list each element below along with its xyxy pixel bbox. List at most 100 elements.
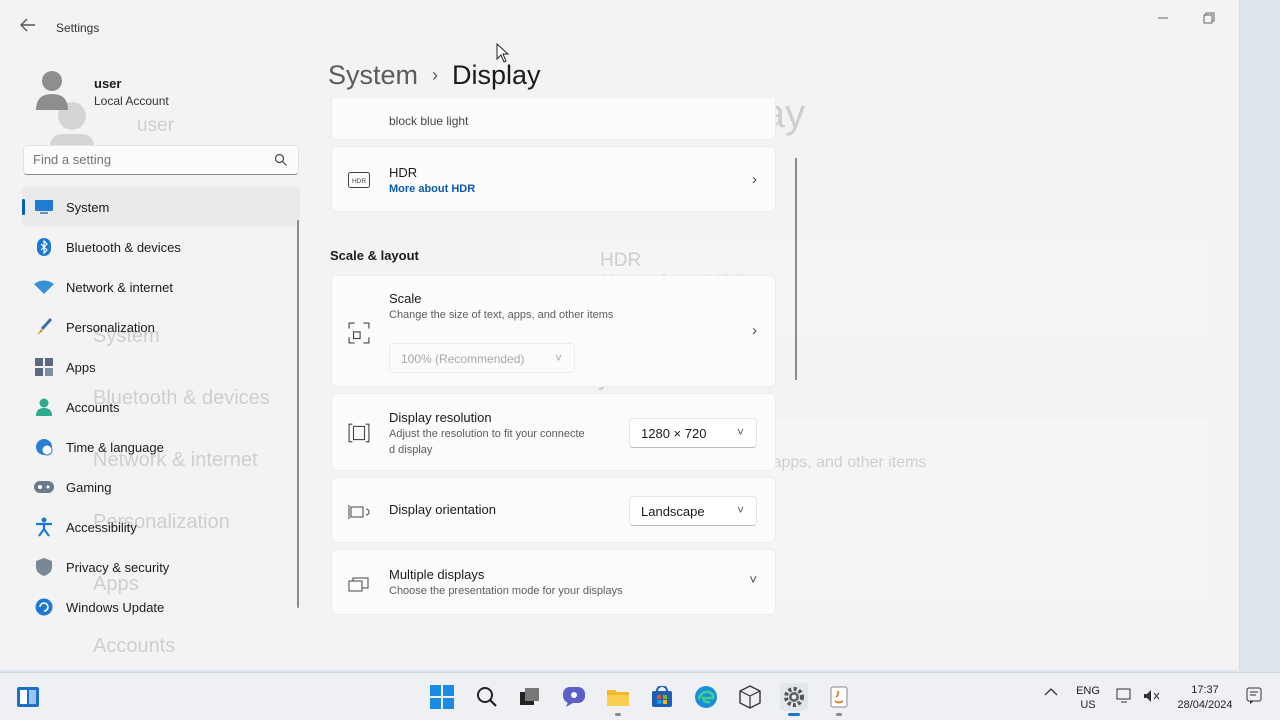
settings-window: System › Display user Local Account Syste… [0,0,1240,670]
sidebar-item-bluetooth[interactable]: Bluetooth & devices [22,227,300,267]
chevron-down-icon: ˅ [736,425,744,439]
sidebar-item-apps[interactable]: Apps [22,347,300,387]
sidebar-item-time-language[interactable]: Time & language [22,427,300,467]
sidebar-item-system[interactable]: System [22,187,300,227]
resolution-subtitle: Adjust the resolution to fit your connec… [389,428,585,440]
chevron-right-icon[interactable]: › [752,322,757,339]
sidebar-item-label: Accounts [66,399,120,415]
taskbar: ENG US 17:37 28/04/2024 [0,672,1280,720]
account-type: Local Account [94,94,169,108]
sidebar-item-label: Gaming [66,479,112,495]
sidebar-scrollbar[interactable] [297,220,299,608]
system-icon [34,197,54,217]
sidebar-item-label: Bluetooth & devices [66,239,181,255]
volume-muted-icon[interactable] [1142,688,1160,707]
multiple-displays-card[interactable]: Multiple displays Choose the presentatio… [331,549,776,615]
sidebar-item-network[interactable]: Network & internet [22,267,300,307]
sidebar-item-gaming[interactable]: Gaming [22,467,300,507]
bluetooth-icon [34,237,54,257]
sidebar-item-label: Apps [66,359,96,375]
night-light-subtitle: block blue light [389,114,469,128]
notifications-icon[interactable] [1246,687,1262,708]
hdr-icon: HDR [348,172,370,188]
multiple-displays-icon [348,577,369,592]
accessibility-icon [34,517,54,537]
title-bar: Settings [0,0,1239,48]
store-icon[interactable] [648,683,676,711]
java-icon[interactable] [825,683,853,716]
file-explorer-icon[interactable] [604,683,632,716]
sidebar-nav: System Bluetooth & devices Network & int… [22,187,300,627]
sidebar-item-accounts[interactable]: Accounts [22,387,300,427]
sidebar-item-label: System [66,199,110,215]
resolution-card: Display resolution Adjust the resolution… [331,393,776,471]
chevron-down-icon: ˅ [554,351,562,365]
hdr-link[interactable]: More about HDR [389,183,475,195]
orientation-title: Display orientation [389,502,496,517]
chevron-right-icon[interactable]: › [752,171,757,188]
breadcrumb-separator: › [432,65,439,85]
chat-icon[interactable] [560,683,588,711]
sidebar-item-privacy[interactable]: Privacy & security [22,547,300,587]
orientation-dropdown[interactable]: Landscape ˅ [629,496,757,526]
sidebar-item-label: Accessibility [66,519,137,535]
orientation-icon [348,505,370,519]
chevron-down-icon[interactable]: ˅ [749,572,757,587]
search-icon [274,153,287,166]
section-heading: Scale & layout [330,248,419,263]
sidebar-item-label: Personalization [66,319,155,335]
search-icon[interactable] [473,683,501,711]
user-name: user [94,76,122,91]
scale-subtitle: Change the size of text, apps, and other… [389,309,614,321]
brush-icon [34,317,54,337]
resolution-title: Display resolution [389,410,492,425]
scale-card[interactable]: Scale Change the size of text, apps, and… [331,275,776,387]
breadcrumb: System › Display [328,60,541,91]
sidebar-item-accessibility[interactable]: Accessibility [22,507,300,547]
night-light-card[interactable]: block blue light [331,98,776,140]
shield-icon [34,557,54,577]
chevron-up-icon[interactable] [1044,687,1058,700]
person-icon [34,397,54,417]
task-view-icon[interactable] [516,683,544,711]
restore-button[interactable] [1198,12,1220,30]
multiple-displays-title: Multiple displays [389,567,485,582]
sidebar-item-windows-update[interactable]: Windows Update [22,587,300,627]
widgets-icon[interactable] [16,685,40,709]
main-scrollbar[interactable] [795,158,797,380]
resolution-subtitle-cont: d display [389,444,433,456]
edge-icon[interactable] [692,683,720,711]
scale-dropdown[interactable]: 100% (Recommended) ˅ [389,343,575,373]
wifi-icon [34,277,54,297]
network-icon[interactable] [1116,688,1134,707]
search-input[interactable] [33,152,263,167]
page-title: Display [452,60,541,90]
hdr-title: HDR [389,165,418,180]
window-title: Settings [56,21,100,35]
gamepad-icon [34,477,54,497]
settings-icon[interactable] [780,683,808,716]
mouse-cursor-icon [496,43,510,63]
sidebar-item-personalization[interactable]: Personalization [22,307,300,347]
sidebar-item-label: Privacy & security [66,559,170,575]
update-icon [34,597,54,617]
avatar-icon [36,71,68,110]
resolution-dropdown[interactable]: 1280 × 720 ˅ [629,418,757,448]
chevron-down-icon: ˅ [736,503,744,517]
svg-text:HDR: HDR [352,178,366,185]
start-icon[interactable] [428,683,456,711]
minimize-button[interactable] [1152,12,1174,30]
apps-icon [34,357,54,377]
app-package-icon[interactable] [736,683,764,711]
language-indicator[interactable]: ENG US [1072,684,1104,712]
clock[interactable]: 17:37 28/04/2024 [1172,683,1238,713]
hdr-card[interactable]: HDR HDR More about HDR › [331,146,776,212]
scale-icon [348,322,370,344]
sidebar-item-label: Windows Update [66,599,165,615]
multiple-displays-subtitle: Choose the presentation mode for your di… [389,585,623,597]
sidebar-item-label: Network & internet [66,279,173,295]
globe-clock-icon [34,437,54,457]
back-arrow-icon[interactable] [20,18,42,40]
settings-search[interactable] [23,145,299,175]
breadcrumb-parent[interactable]: System [328,60,418,90]
